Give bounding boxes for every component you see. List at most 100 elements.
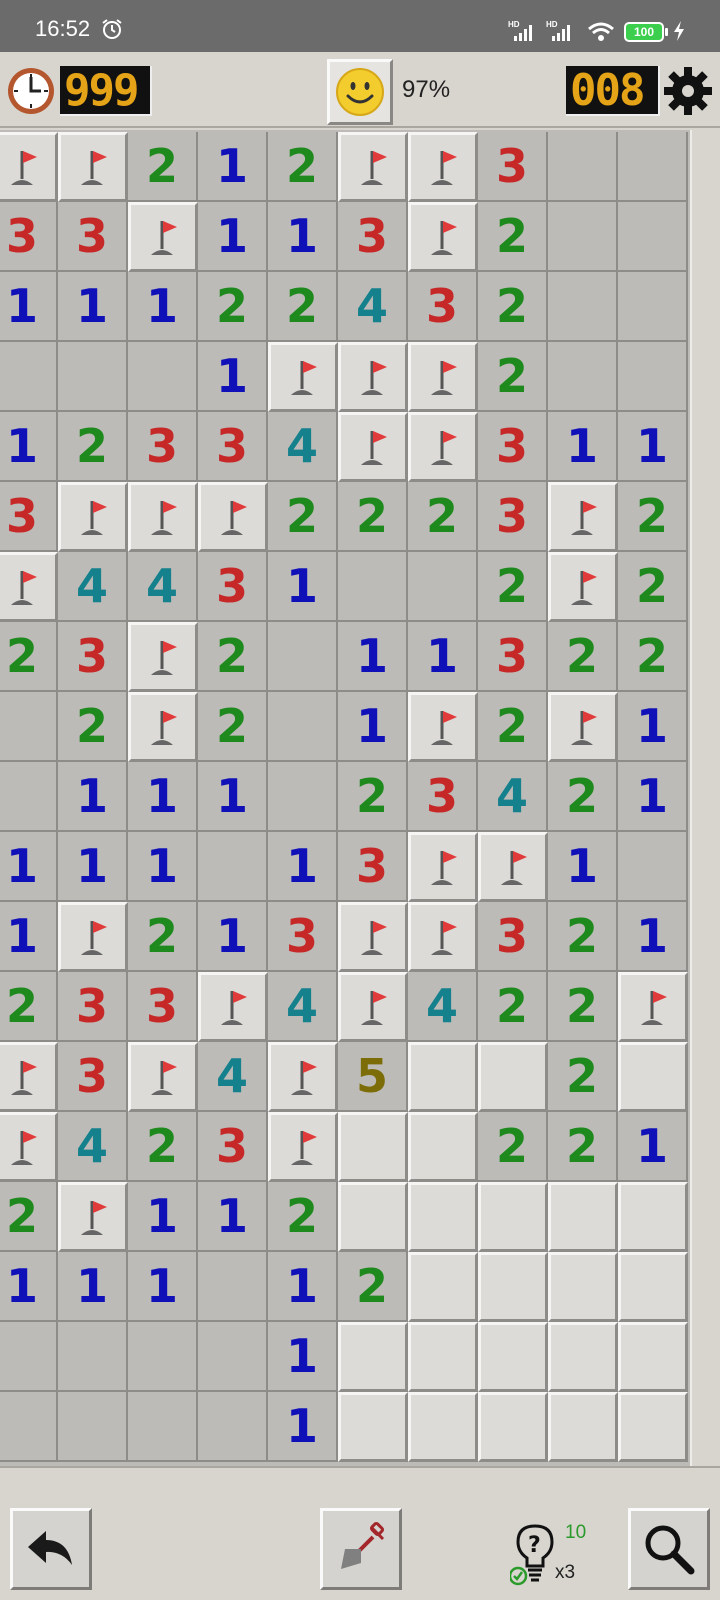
- revealed-empty-tile[interactable]: [268, 762, 338, 832]
- flagged-tile[interactable]: [0, 552, 58, 622]
- number-tile[interactable]: 2: [338, 482, 408, 552]
- revealed-empty-tile[interactable]: [198, 832, 268, 902]
- unopened-tile[interactable]: [478, 1392, 548, 1462]
- revealed-empty-tile[interactable]: [618, 202, 688, 272]
- number-tile[interactable]: 2: [0, 622, 58, 692]
- flagged-tile[interactable]: [0, 132, 58, 202]
- flagged-tile[interactable]: [58, 482, 128, 552]
- revealed-empty-tile[interactable]: [128, 342, 198, 412]
- revealed-empty-tile[interactable]: [268, 692, 338, 762]
- number-tile[interactable]: 2: [548, 1112, 618, 1182]
- flagged-tile[interactable]: [0, 1112, 58, 1182]
- flagged-tile[interactable]: [548, 482, 618, 552]
- number-tile[interactable]: 2: [478, 552, 548, 622]
- revealed-empty-tile[interactable]: [198, 1392, 268, 1462]
- number-tile[interactable]: 2: [548, 902, 618, 972]
- unopened-tile[interactable]: [618, 1042, 688, 1112]
- flagged-tile[interactable]: [58, 902, 128, 972]
- unopened-tile[interactable]: [618, 1182, 688, 1252]
- number-tile[interactable]: 1: [198, 902, 268, 972]
- revealed-empty-tile[interactable]: [408, 552, 478, 622]
- number-tile[interactable]: 2: [478, 342, 548, 412]
- number-tile[interactable]: 2: [478, 1112, 548, 1182]
- flagged-tile[interactable]: [338, 132, 408, 202]
- unopened-tile[interactable]: [408, 1182, 478, 1252]
- flagged-tile[interactable]: [618, 972, 688, 1042]
- number-tile[interactable]: 2: [478, 202, 548, 272]
- number-tile[interactable]: 1: [0, 902, 58, 972]
- flagged-tile[interactable]: [548, 552, 618, 622]
- number-tile[interactable]: 1: [268, 202, 338, 272]
- number-tile[interactable]: 3: [408, 272, 478, 342]
- number-tile[interactable]: 4: [58, 1112, 128, 1182]
- unopened-tile[interactable]: [408, 1252, 478, 1322]
- number-tile[interactable]: 2: [268, 1182, 338, 1252]
- flagged-tile[interactable]: [268, 1112, 338, 1182]
- unopened-tile[interactable]: [618, 1392, 688, 1462]
- number-tile[interactable]: 1: [58, 762, 128, 832]
- minefield-grid[interactable]: 2123331132111224321212334311322232443122…: [0, 132, 688, 1462]
- number-tile[interactable]: 1: [548, 412, 618, 482]
- revealed-empty-tile[interactable]: [338, 552, 408, 622]
- number-tile[interactable]: 1: [338, 692, 408, 762]
- revealed-empty-tile[interactable]: [0, 1322, 58, 1392]
- number-tile[interactable]: 1: [618, 692, 688, 762]
- number-tile[interactable]: 3: [478, 132, 548, 202]
- number-tile[interactable]: 2: [478, 272, 548, 342]
- revealed-empty-tile[interactable]: [618, 832, 688, 902]
- flagged-tile[interactable]: [408, 832, 478, 902]
- number-tile[interactable]: 2: [58, 412, 128, 482]
- number-tile[interactable]: 1: [618, 412, 688, 482]
- revealed-empty-tile[interactable]: [198, 1252, 268, 1322]
- number-tile[interactable]: 1: [0, 412, 58, 482]
- number-tile[interactable]: 4: [268, 972, 338, 1042]
- number-tile[interactable]: 1: [198, 202, 268, 272]
- unopened-tile[interactable]: [548, 1182, 618, 1252]
- flagged-tile[interactable]: [0, 1042, 58, 1112]
- flagged-tile[interactable]: [548, 692, 618, 762]
- number-tile[interactable]: 3: [268, 902, 338, 972]
- number-tile[interactable]: 3: [58, 972, 128, 1042]
- number-tile[interactable]: 3: [478, 622, 548, 692]
- number-tile[interactable]: 2: [548, 972, 618, 1042]
- number-tile[interactable]: 3: [408, 762, 478, 832]
- flagged-tile[interactable]: [268, 342, 338, 412]
- number-tile[interactable]: 1: [198, 132, 268, 202]
- revealed-empty-tile[interactable]: [58, 1392, 128, 1462]
- flagged-tile[interactable]: [408, 692, 478, 762]
- revealed-empty-tile[interactable]: [548, 342, 618, 412]
- flagged-tile[interactable]: [338, 412, 408, 482]
- number-tile[interactable]: 1: [618, 1112, 688, 1182]
- revealed-empty-tile[interactable]: [0, 692, 58, 762]
- number-tile[interactable]: 2: [198, 272, 268, 342]
- flagged-tile[interactable]: [478, 832, 548, 902]
- new-game-button[interactable]: [327, 59, 393, 125]
- flagged-tile[interactable]: [338, 342, 408, 412]
- gear-icon[interactable]: [663, 66, 713, 116]
- revealed-empty-tile[interactable]: [128, 1322, 198, 1392]
- number-tile[interactable]: 2: [128, 132, 198, 202]
- number-tile[interactable]: 1: [198, 762, 268, 832]
- revealed-empty-tile[interactable]: [548, 202, 618, 272]
- flagged-tile[interactable]: [128, 202, 198, 272]
- flagged-tile[interactable]: [338, 972, 408, 1042]
- revealed-empty-tile[interactable]: [618, 132, 688, 202]
- flagged-tile[interactable]: [128, 1042, 198, 1112]
- number-tile[interactable]: 1: [58, 272, 128, 342]
- flagged-tile[interactable]: [58, 1182, 128, 1252]
- number-tile[interactable]: 2: [408, 482, 478, 552]
- number-tile[interactable]: 3: [198, 1112, 268, 1182]
- number-tile[interactable]: 3: [58, 202, 128, 272]
- unopened-tile[interactable]: [338, 1322, 408, 1392]
- number-tile[interactable]: 2: [268, 132, 338, 202]
- number-tile[interactable]: 4: [198, 1042, 268, 1112]
- number-tile[interactable]: 1: [268, 1322, 338, 1392]
- number-tile[interactable]: 1: [0, 272, 58, 342]
- number-tile[interactable]: 3: [198, 412, 268, 482]
- number-tile[interactable]: 3: [128, 972, 198, 1042]
- number-tile[interactable]: 2: [198, 622, 268, 692]
- number-tile[interactable]: 2: [618, 552, 688, 622]
- unopened-tile[interactable]: [408, 1322, 478, 1392]
- number-tile[interactable]: 3: [478, 482, 548, 552]
- number-tile[interactable]: 2: [338, 762, 408, 832]
